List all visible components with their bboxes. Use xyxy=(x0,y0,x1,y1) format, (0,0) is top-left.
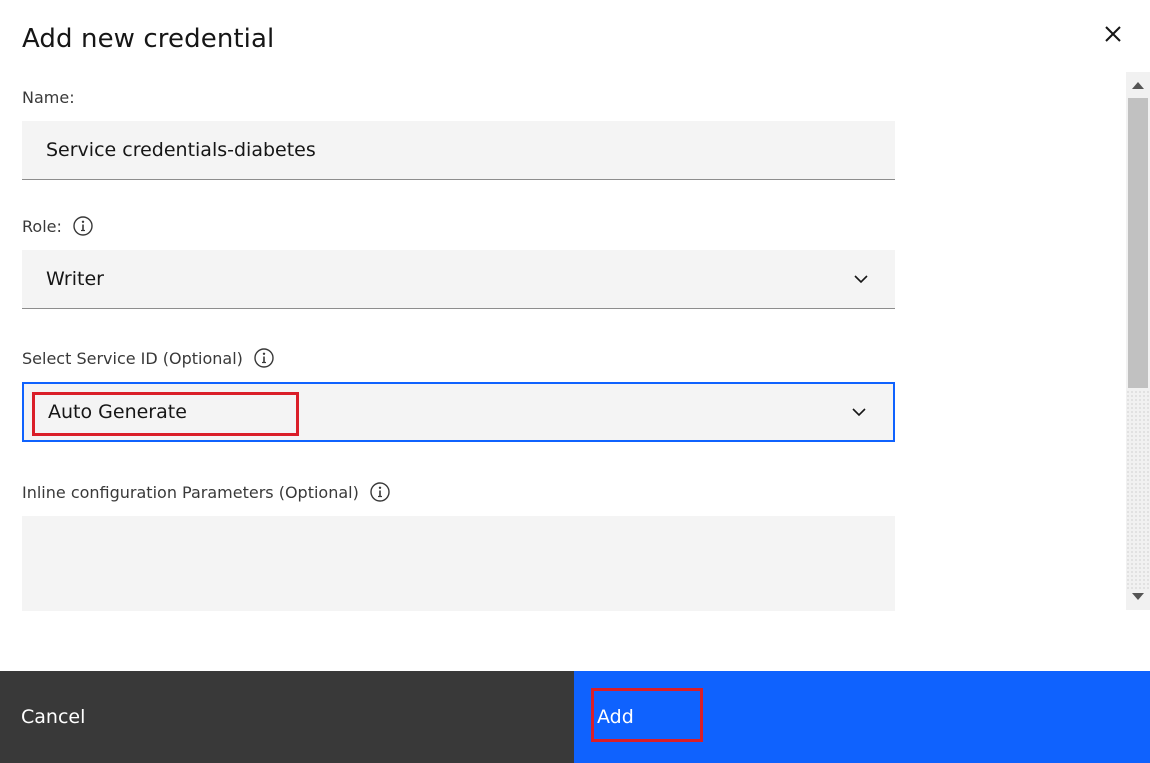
name-label-row: Name: xyxy=(22,88,75,107)
modal-title: Add new credential xyxy=(22,24,275,54)
info-icon xyxy=(370,482,390,502)
chevron-down-icon xyxy=(851,269,871,289)
add-button-label: Add xyxy=(597,706,634,728)
service-id-info-icon[interactable] xyxy=(253,347,275,369)
modal-footer: Cancel Add xyxy=(0,671,1150,763)
cancel-button[interactable]: Cancel xyxy=(0,671,574,763)
service-id-label-row: Select Service ID (Optional) xyxy=(22,347,275,369)
info-icon xyxy=(254,348,274,368)
chevron-down-icon xyxy=(849,402,869,422)
modal-content[interactable]: Name: Service credentials-diabetes Role:… xyxy=(0,72,1125,612)
close-button[interactable] xyxy=(1097,18,1129,50)
inline-params-textarea[interactable] xyxy=(22,516,895,611)
info-icon xyxy=(73,216,93,236)
scroll-down-icon[interactable] xyxy=(1132,593,1144,600)
add-button[interactable]: Add xyxy=(574,671,1150,763)
role-label-row: Role: xyxy=(22,215,94,237)
name-input-value: Service credentials-diabetes xyxy=(46,139,316,161)
name-label: Name: xyxy=(22,88,75,107)
scrollbar-thumb[interactable] xyxy=(1128,98,1148,388)
role-select[interactable]: Writer xyxy=(22,250,895,309)
scrollbar[interactable] xyxy=(1126,72,1150,610)
inline-params-label-row: Inline configuration Parameters (Optiona… xyxy=(22,481,391,503)
add-credential-modal: Add new credential Name: Service credent… xyxy=(0,0,1150,763)
service-id-select-value: Auto Generate xyxy=(48,401,187,423)
inline-params-label: Inline configuration Parameters (Optiona… xyxy=(22,482,359,502)
service-id-select[interactable]: Auto Generate xyxy=(22,382,895,442)
service-id-label: Select Service ID (Optional) xyxy=(22,348,243,368)
name-input[interactable]: Service credentials-diabetes xyxy=(22,121,895,180)
role-label: Role: xyxy=(22,216,62,236)
inline-params-info-icon[interactable] xyxy=(369,481,391,503)
role-info-icon[interactable] xyxy=(72,215,94,237)
scrollbar-track xyxy=(1126,390,1150,590)
scroll-up-icon[interactable] xyxy=(1132,82,1144,89)
close-icon xyxy=(1105,26,1121,42)
cancel-button-label: Cancel xyxy=(21,706,86,728)
role-select-value: Writer xyxy=(46,268,104,290)
